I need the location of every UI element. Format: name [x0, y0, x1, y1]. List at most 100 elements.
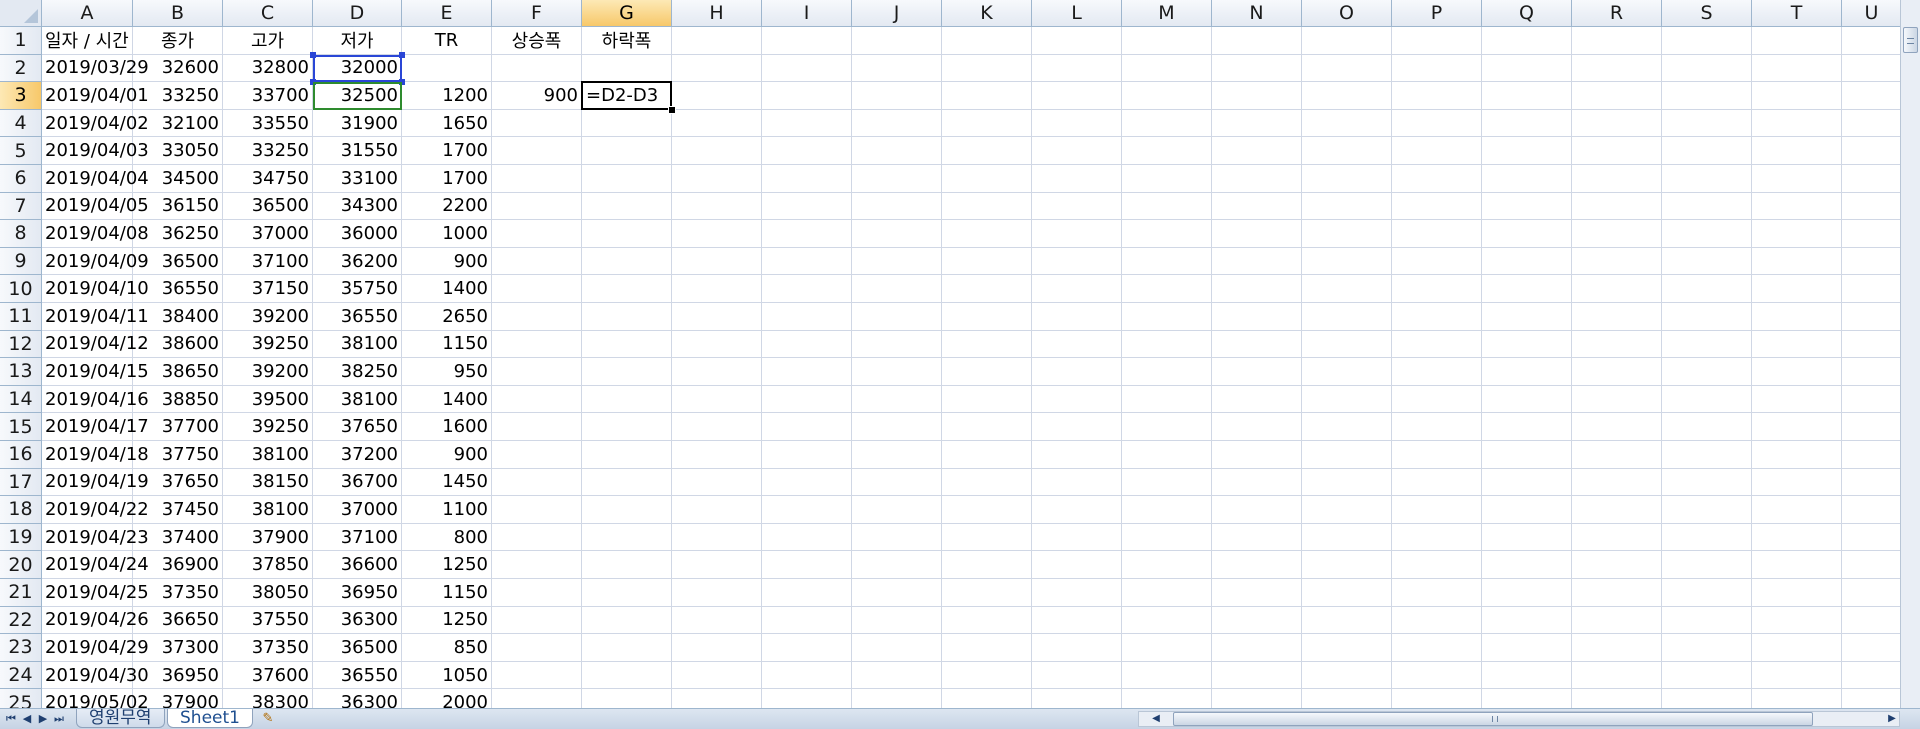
cell-a12[interactable]: 2019/04/12: [42, 330, 149, 359]
cell-a17[interactable]: 2019/04/19: [42, 468, 149, 497]
cell-r12[interactable]: [1572, 330, 1662, 359]
cell-h24[interactable]: [672, 661, 762, 690]
cell-a25[interactable]: 2019/05/02: [42, 689, 149, 708]
cell-i8[interactable]: [762, 220, 852, 248]
cell-n18[interactable]: [1212, 496, 1302, 524]
column-header-f[interactable]: F: [492, 0, 582, 27]
cell-t11[interactable]: [1752, 303, 1842, 331]
cell-r16[interactable]: [1572, 441, 1662, 469]
cell-o6[interactable]: [1302, 165, 1392, 193]
cell-c4[interactable]: 33550: [223, 109, 313, 138]
cell-k11[interactable]: [942, 303, 1032, 331]
cell-b5[interactable]: 33050: [133, 137, 223, 165]
cell-d10[interactable]: 35750: [313, 275, 402, 303]
cell-q10[interactable]: [1482, 275, 1572, 303]
cell-u1[interactable]: [1842, 27, 1900, 55]
cell-t8[interactable]: [1752, 220, 1842, 248]
cell-u15[interactable]: [1842, 413, 1900, 441]
cell-o10[interactable]: [1302, 275, 1392, 303]
cell-d20[interactable]: 36600: [313, 551, 402, 579]
cell-e22[interactable]: 1250: [402, 606, 492, 635]
cell-a13[interactable]: 2019/04/15: [42, 358, 149, 386]
cell-j16[interactable]: [852, 441, 942, 469]
cell-r9[interactable]: [1572, 247, 1662, 276]
cell-d3[interactable]: 32500: [313, 82, 402, 110]
cell-k6[interactable]: [942, 165, 1032, 193]
cell-d2[interactable]: 32000: [313, 54, 402, 83]
cell-p25[interactable]: [1392, 689, 1482, 708]
cell-k15[interactable]: [942, 413, 1032, 441]
cell-u19[interactable]: [1842, 524, 1900, 552]
cell-o2[interactable]: [1302, 54, 1392, 83]
cell-c9[interactable]: 37100: [223, 247, 313, 276]
cell-d6[interactable]: 33100: [313, 165, 402, 193]
cell-k17[interactable]: [942, 468, 1032, 497]
cell-d21[interactable]: 36950: [313, 579, 402, 607]
cell-p7[interactable]: [1392, 192, 1482, 221]
cell-b7[interactable]: 36150: [133, 192, 223, 221]
cell-q17[interactable]: [1482, 468, 1572, 497]
cell-s12[interactable]: [1662, 330, 1752, 359]
cell-o11[interactable]: [1302, 303, 1392, 331]
cell-n12[interactable]: [1212, 330, 1302, 359]
cell-j5[interactable]: [852, 137, 942, 165]
cell-a9[interactable]: 2019/04/09: [42, 247, 149, 276]
cell-i3[interactable]: [762, 82, 852, 110]
cell-h15[interactable]: [672, 413, 762, 441]
cell-h12[interactable]: [672, 330, 762, 359]
cell-b22[interactable]: 36650: [133, 606, 223, 635]
cell-d8[interactable]: 36000: [313, 220, 402, 248]
cell-k12[interactable]: [942, 330, 1032, 359]
ref-resize-handle[interactable]: [310, 51, 316, 58]
cell-c13[interactable]: 39200: [223, 358, 313, 386]
cell-q25[interactable]: [1482, 689, 1572, 708]
cell-m16[interactable]: [1122, 441, 1212, 469]
cell-t3[interactable]: [1752, 82, 1842, 110]
cell-q23[interactable]: [1482, 634, 1572, 662]
cell-b20[interactable]: 36900: [133, 551, 223, 579]
cell-j6[interactable]: [852, 165, 942, 193]
horizontal-scroll-thumb[interactable]: [1173, 712, 1813, 726]
cell-r5[interactable]: [1572, 137, 1662, 165]
cell-r15[interactable]: [1572, 413, 1662, 441]
cell-m10[interactable]: [1122, 275, 1212, 303]
cell-m1[interactable]: [1122, 27, 1212, 55]
cell-h23[interactable]: [672, 634, 762, 662]
cell-r7[interactable]: [1572, 192, 1662, 221]
cell-p4[interactable]: [1392, 109, 1482, 138]
cell-e8[interactable]: 1000: [402, 220, 492, 248]
cell-e17[interactable]: 1450: [402, 468, 492, 497]
cell-j17[interactable]: [852, 468, 942, 497]
cell-n1[interactable]: [1212, 27, 1302, 55]
cell-u12[interactable]: [1842, 331, 1900, 359]
cell-d1[interactable]: 저가: [313, 27, 402, 55]
column-header-n[interactable]: N: [1212, 0, 1302, 27]
cell-t6[interactable]: [1752, 165, 1842, 193]
cell-j9[interactable]: [852, 247, 942, 276]
cell-u11[interactable]: [1842, 303, 1900, 331]
cell-c11[interactable]: 39200: [223, 303, 313, 331]
cell-f21[interactable]: [492, 579, 582, 607]
column-header-l[interactable]: L: [1032, 0, 1122, 27]
cell-a24[interactable]: 2019/04/30: [42, 661, 149, 690]
cell-n17[interactable]: [1212, 468, 1302, 497]
cell-h2[interactable]: [672, 54, 762, 83]
cell-e24[interactable]: 1050: [402, 661, 492, 690]
row-header-15[interactable]: 15: [0, 413, 42, 441]
cell-q1[interactable]: [1482, 27, 1572, 55]
cell-n23[interactable]: [1212, 634, 1302, 662]
cell-i16[interactable]: [762, 441, 852, 469]
cell-c7[interactable]: 36500: [223, 192, 313, 221]
cell-l1[interactable]: [1032, 27, 1122, 55]
cell-c24[interactable]: 37600: [223, 661, 313, 690]
cell-s5[interactable]: [1662, 137, 1752, 165]
cell-s20[interactable]: [1662, 551, 1752, 579]
cell-a6[interactable]: 2019/04/04: [42, 165, 149, 193]
cell-t9[interactable]: [1752, 247, 1842, 276]
cell-h5[interactable]: [672, 137, 762, 165]
cell-l19[interactable]: [1032, 523, 1122, 552]
cell-a1[interactable]: 일자 / 시간: [42, 27, 133, 55]
cell-j3[interactable]: [852, 82, 942, 110]
cell-i13[interactable]: [762, 358, 852, 386]
cell-n11[interactable]: [1212, 303, 1302, 331]
